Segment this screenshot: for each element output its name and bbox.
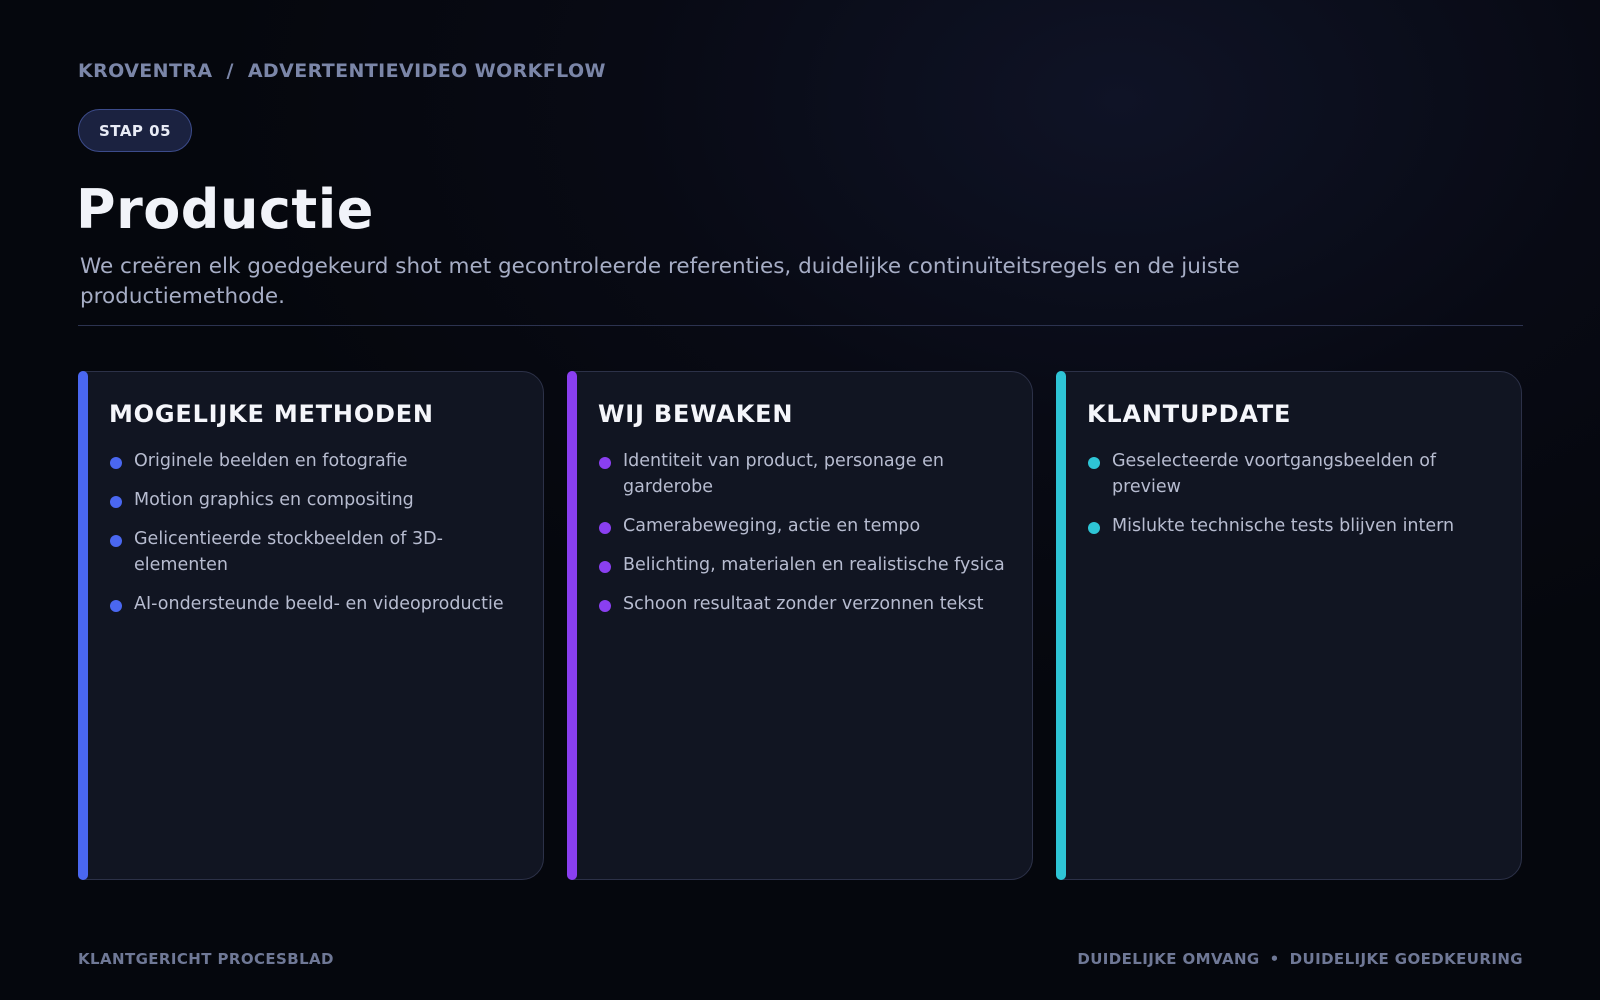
list-item-text: Motion graphics en compositing	[134, 490, 414, 510]
list-item-text: Identiteit van product, personage en gar…	[623, 451, 944, 497]
list-item-text: Schoon resultaat zonder verzonnen tekst	[623, 594, 984, 614]
list-item: Identiteit van product, personage en gar…	[598, 448, 1012, 500]
card-client-update: KLANTUPDATE Geselecteerde voortgangsbeel…	[1056, 371, 1522, 880]
bullet-icon	[1088, 457, 1100, 469]
process-slide: KROVENTRA / ADVERTENTIEVIDEO WORKFLOW ST…	[0, 0, 1600, 1000]
step-badge: STAP 05	[78, 109, 192, 152]
bullet-icon	[110, 600, 122, 612]
card-we-guard: WIJ BEWAKEN Identiteit van product, pers…	[567, 371, 1033, 880]
breadcrumb-section: ADVERTENTIEVIDEO WORKFLOW	[247, 60, 606, 82]
card-title: KLANTUPDATE	[1087, 400, 1292, 428]
card-list: Identiteit van product, personage en gar…	[598, 448, 1012, 630]
breadcrumb: KROVENTRA / ADVERTENTIEVIDEO WORKFLOW	[78, 60, 606, 82]
card-title: MOGELIJKE METHODEN	[109, 400, 434, 428]
card-accent-bar	[78, 371, 88, 880]
footer-separator: •	[1269, 950, 1280, 968]
list-item: Motion graphics en compositing	[109, 487, 523, 513]
list-item: Schoon resultaat zonder verzonnen tekst	[598, 591, 1012, 617]
list-item-text: Geselecteerde voortgangsbeelden of previ…	[1112, 451, 1437, 497]
list-item: Belichting, materialen en realistische f…	[598, 552, 1012, 578]
bullet-icon	[599, 600, 611, 612]
bullet-icon	[599, 457, 611, 469]
list-item-text: Mislukte technische tests blijven intern	[1112, 516, 1455, 536]
divider	[78, 325, 1523, 326]
bullet-icon	[599, 561, 611, 573]
breadcrumb-separator: /	[226, 60, 234, 82]
bullet-icon	[110, 457, 122, 469]
list-item-text: Originele beelden en fotografie	[134, 451, 408, 471]
card-list: Geselecteerde voortgangsbeelden of previ…	[1087, 448, 1501, 552]
card-title: WIJ BEWAKEN	[598, 400, 794, 428]
list-item-text: Gelicentieerde stockbeelden of 3D-elemen…	[134, 529, 443, 575]
page-title: Productie	[76, 178, 374, 241]
list-item-text: Camerabeweging, actie en tempo	[623, 516, 921, 536]
list-item-text: Belichting, materialen en realistische f…	[623, 555, 1005, 575]
footer-scope: DUIDELIJKE OMVANG	[1077, 950, 1260, 968]
list-item: Geselecteerde voortgangsbeelden of previ…	[1087, 448, 1501, 500]
card-accent-bar	[567, 371, 577, 880]
bullet-icon	[110, 535, 122, 547]
bullet-icon	[599, 522, 611, 534]
footer-left: KLANTGERICHT PROCESBLAD	[78, 950, 334, 968]
list-item-text: AI-ondersteunde beeld- en videoproductie	[134, 594, 504, 614]
card-list: Originele beelden en fotografie Motion g…	[109, 448, 523, 630]
card-methods: MOGELIJKE METHODEN Originele beelden en …	[78, 371, 544, 880]
page-subtitle: We creëren elk goedgekeurd shot met geco…	[80, 254, 1240, 309]
footer-approval: DUIDELIJKE GOEDKEURING	[1289, 950, 1523, 968]
bullet-icon	[1088, 522, 1100, 534]
bullet-icon	[110, 496, 122, 508]
breadcrumb-brand: KROVENTRA	[78, 60, 213, 82]
list-item: Mislukte technische tests blijven intern	[1087, 513, 1501, 539]
list-item: Originele beelden en fotografie	[109, 448, 523, 474]
list-item: Gelicentieerde stockbeelden of 3D-elemen…	[109, 526, 523, 578]
footer-right: DUIDELIJKE OMVANG • DUIDELIJKE GOEDKEURING	[1077, 950, 1523, 968]
list-item: Camerabeweging, actie en tempo	[598, 513, 1012, 539]
list-item: AI-ondersteunde beeld- en videoproductie	[109, 591, 523, 617]
card-accent-bar	[1056, 371, 1066, 880]
